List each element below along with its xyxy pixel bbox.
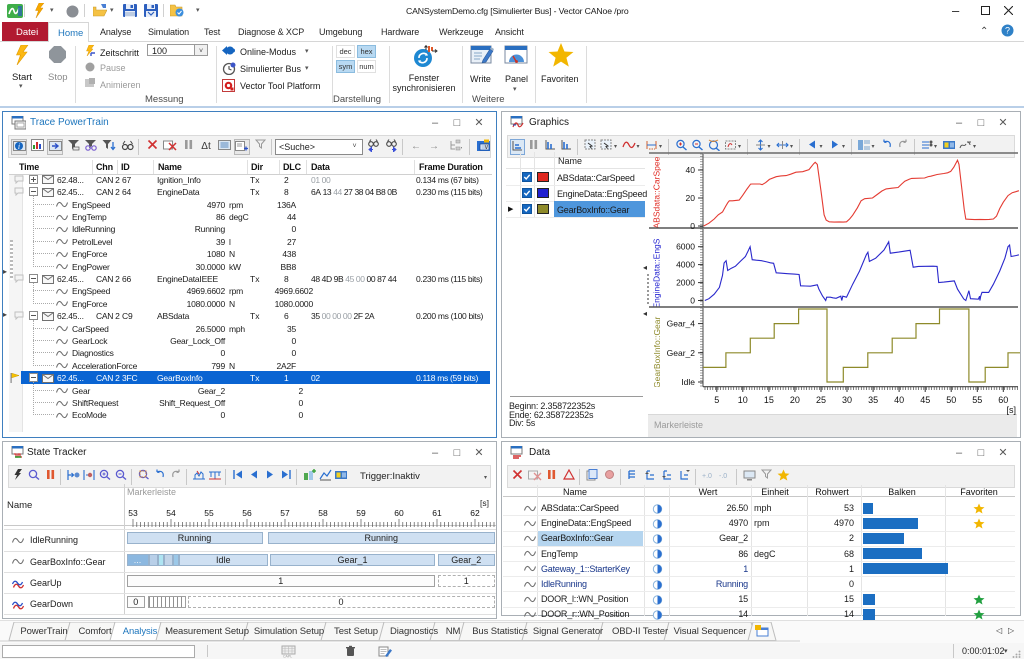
svg-text:57: 57: [280, 508, 290, 518]
svg-text:-.0: -.0: [719, 473, 727, 480]
svg-text:50: 50: [946, 395, 956, 405]
svg-text:54: 54: [166, 508, 176, 518]
svg-text:55: 55: [204, 508, 214, 518]
svg-text:0: 0: [690, 221, 695, 231]
svg-text:61: 61: [432, 508, 442, 518]
svg-text:10: 10: [738, 395, 748, 405]
svg-text:CAPL: CAPL: [283, 655, 292, 659]
svg-text:[s]: [s]: [1006, 405, 1016, 415]
svg-text:35: 35: [868, 395, 878, 405]
svg-text:▾: ▾: [461, 146, 462, 151]
svg-text:Gear_4: Gear_4: [667, 319, 696, 329]
svg-text:55: 55: [972, 395, 982, 405]
svg-text:58: 58: [318, 508, 328, 518]
svg-text:40: 40: [894, 395, 904, 405]
svg-text:20: 20: [790, 395, 800, 405]
svg-text:+.0: +.0: [702, 473, 712, 480]
svg-text:15: 15: [764, 395, 774, 405]
svg-text:62: 62: [470, 508, 480, 518]
svg-text:20: 20: [686, 193, 696, 203]
svg-text:Idle: Idle: [681, 377, 695, 387]
svg-text:?: ?: [1005, 26, 1010, 36]
svg-text:6000: 6000: [676, 242, 695, 252]
svg-text:60: 60: [394, 508, 404, 518]
svg-text:4000: 4000: [676, 260, 695, 270]
svg-text:0: 0: [690, 296, 695, 306]
svg-text:56: 56: [242, 508, 252, 518]
svg-text:i: i: [17, 142, 19, 151]
svg-text:30: 30: [842, 395, 852, 405]
svg-text:25: 25: [816, 395, 826, 405]
svg-text:2000: 2000: [676, 278, 695, 288]
svg-text:40: 40: [686, 165, 696, 175]
svg-text:60: 60: [998, 395, 1008, 405]
svg-text:59: 59: [356, 508, 366, 518]
svg-text:45: 45: [920, 395, 930, 405]
svg-text:5: 5: [714, 395, 719, 405]
svg-text:53: 53: [128, 508, 138, 518]
svg-text:Gear_2: Gear_2: [667, 348, 696, 358]
